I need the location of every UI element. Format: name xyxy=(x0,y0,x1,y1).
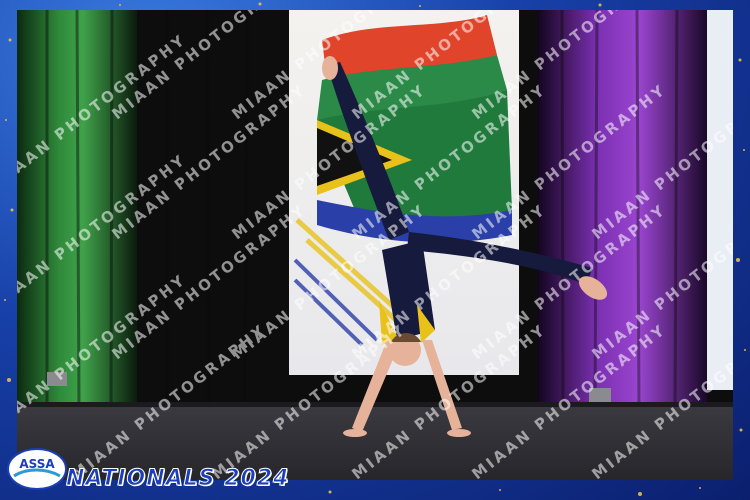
stage-edge xyxy=(17,402,733,407)
stage-scene xyxy=(17,10,733,480)
stage-photo: MIAAN PHOTOGRAPHY MIAAN PHOTOGRAPHY MIAA… xyxy=(17,10,733,480)
stage-light-right xyxy=(589,388,611,402)
right-banner-edge xyxy=(707,10,733,390)
assa-logo-icon: ASSA xyxy=(7,448,67,490)
logo-text: ASSA xyxy=(19,457,55,471)
photo-frame: MIAAN PHOTOGRAPHY MIAAN PHOTOGRAPHY MIAA… xyxy=(0,0,750,500)
event-title: NATIONALS 2024 xyxy=(65,466,290,492)
stage-light-left xyxy=(47,372,67,386)
